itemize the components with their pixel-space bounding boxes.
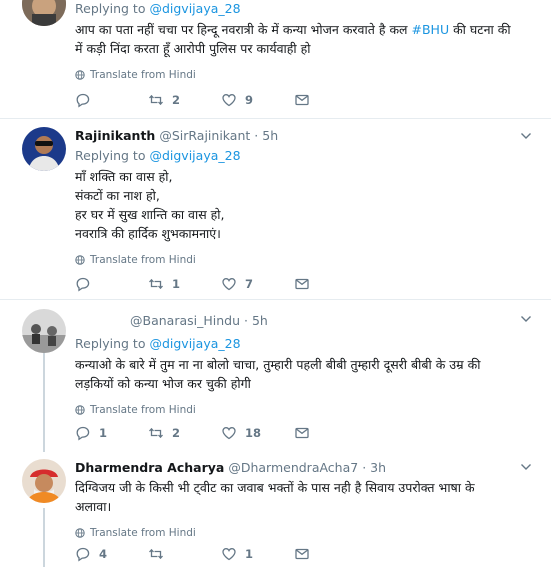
like-button[interactable]: 9 bbox=[221, 92, 294, 108]
retweet-count: 1 bbox=[172, 277, 181, 291]
reply-count: 1 bbox=[99, 426, 108, 440]
heart-icon bbox=[222, 94, 236, 107]
tweet-2[interactable]: @Banarasi_Hindu · 5h Replying to @digvij… bbox=[0, 300, 551, 450]
reply-button[interactable]: 4 bbox=[75, 546, 148, 562]
reply-icon bbox=[76, 93, 90, 108]
timestamp[interactable]: 3h bbox=[370, 460, 386, 475]
heart-icon bbox=[222, 427, 236, 440]
retweet-button[interactable]: 2 bbox=[148, 425, 221, 441]
like-count: 18 bbox=[245, 426, 262, 440]
tweet-text-line: नवरात्रि की हार्दिक शुभकामनाएं। bbox=[75, 226, 221, 241]
replying-to: Replying to @digvijaya_28 bbox=[75, 1, 241, 16]
retweet-button[interactable]: 1 bbox=[148, 276, 221, 292]
reply-button[interactable]: 1 bbox=[75, 425, 148, 441]
avatar[interactable] bbox=[22, 0, 66, 26]
reply-icon bbox=[76, 426, 90, 441]
globe-icon bbox=[75, 528, 85, 538]
translate-link[interactable]: Translate from Hindi bbox=[75, 403, 537, 417]
separator-dot: · bbox=[244, 313, 248, 328]
tweet-text-line: कन्याओ के बारे में तुम ना ना बोलो चाचा, … bbox=[75, 357, 481, 372]
separator-dot: · bbox=[254, 128, 259, 143]
like-count: 1 bbox=[245, 547, 254, 561]
like-count: 7 bbox=[245, 277, 254, 291]
globe-icon bbox=[75, 255, 85, 265]
replying-to: Replying to @digvijaya_28 bbox=[75, 336, 241, 351]
tweet-text: आप का पता नहीं चचा पर हिन्दू नवरात्री के… bbox=[75, 22, 511, 56]
reply-button[interactable] bbox=[75, 276, 148, 292]
like-count: 9 bbox=[245, 93, 254, 107]
tweet-text: माँ शक्ति का वास हो, संकटों का नाश हो, ह… bbox=[75, 167, 537, 243]
user-handle[interactable]: @Banarasi_Hindu bbox=[130, 313, 240, 328]
retweet-icon bbox=[149, 427, 163, 439]
display-name[interactable]: Dharmendra Acharya bbox=[75, 460, 224, 475]
replying-to: Replying to @digvijaya_28 bbox=[75, 148, 241, 163]
replying-to-mention[interactable]: @digvijaya_28 bbox=[149, 148, 240, 163]
separator-dot: · bbox=[362, 460, 367, 475]
reply-button[interactable] bbox=[75, 92, 148, 108]
tweet-0[interactable]: Replying to @digvijaya_28 आप का पता नहीं… bbox=[0, 0, 551, 118]
reply-icon bbox=[76, 277, 90, 292]
tweet-text-line: लड़कियों को कन्या भोज कर चुकी होगी bbox=[75, 376, 251, 391]
tweet-text-line: संकटों का नाश हो, bbox=[75, 188, 160, 203]
dm-button[interactable] bbox=[294, 276, 367, 292]
tweet-header: Rajinikanth @SirRajinikant · 5h bbox=[75, 127, 537, 144]
heart-icon bbox=[222, 278, 236, 291]
replying-to-mention[interactable]: @digvijaya_28 bbox=[149, 336, 240, 351]
tweet-text-line: दिग्विजय जी के किसी भी ट्वीट का जवाब भक्… bbox=[75, 480, 475, 495]
tweet-text-line: माँ शक्ति का वास हो, bbox=[75, 169, 173, 184]
envelope-icon bbox=[295, 427, 309, 439]
like-button[interactable]: 1 bbox=[221, 546, 294, 562]
thread-connector bbox=[43, 508, 45, 567]
avatar-photo bbox=[22, 127, 66, 171]
dm-button[interactable] bbox=[294, 546, 367, 562]
tweet-text: कन्याओ के बारे में तुम ना ना बोलो चाचा, … bbox=[75, 355, 537, 393]
translate-link[interactable]: Translate from Hindi bbox=[75, 68, 537, 82]
tweet-header: @Banarasi_Hindu · 5h bbox=[130, 312, 537, 329]
retweet-button[interactable] bbox=[148, 546, 221, 562]
chevron-down-icon[interactable] bbox=[519, 312, 533, 326]
replying-to-mention[interactable]: @digvijaya_28 bbox=[149, 1, 240, 16]
avatar-photo bbox=[22, 0, 66, 26]
retweet-count: 2 bbox=[172, 426, 181, 440]
display-name[interactable]: Rajinikanth bbox=[75, 128, 155, 143]
reply-icon bbox=[76, 547, 90, 562]
dm-button[interactable] bbox=[294, 425, 367, 441]
tweet-header: Dharmendra Acharya @DharmendraAcha7 · 3h bbox=[75, 459, 537, 476]
envelope-icon bbox=[295, 278, 309, 290]
retweet-icon bbox=[149, 278, 163, 290]
chevron-down-icon[interactable] bbox=[519, 460, 533, 474]
envelope-icon bbox=[295, 94, 309, 106]
retweet-icon bbox=[149, 94, 163, 106]
retweet-count: 2 bbox=[172, 93, 181, 107]
globe-icon bbox=[75, 405, 85, 415]
retweet-button[interactable]: 2 bbox=[148, 92, 221, 108]
avatar-photo bbox=[22, 309, 66, 353]
envelope-icon bbox=[295, 548, 309, 560]
timestamp[interactable]: 5h bbox=[252, 313, 268, 328]
like-button[interactable]: 7 bbox=[221, 276, 294, 292]
tweet-text: दिग्विजय जी के किसी भी ट्वीट का जवाब भक्… bbox=[75, 478, 537, 516]
avatar[interactable] bbox=[22, 309, 66, 353]
translate-link[interactable]: Translate from Hindi bbox=[75, 526, 537, 540]
tweet-1[interactable]: Rajinikanth @SirRajinikant · 5h Replying… bbox=[0, 119, 551, 298]
user-handle[interactable]: @DharmendraAcha7 bbox=[228, 460, 358, 475]
tweet-text-line: हर घर में सुख शान्ति का वास हो, bbox=[75, 207, 225, 222]
reply-count: 4 bbox=[99, 547, 108, 561]
avatar-photo bbox=[22, 459, 66, 503]
dm-button[interactable] bbox=[294, 92, 367, 108]
hashtag-link[interactable]: #BHU bbox=[412, 22, 450, 37]
chevron-down-icon[interactable] bbox=[519, 129, 533, 143]
timestamp[interactable]: 5h bbox=[262, 128, 278, 143]
retweet-icon bbox=[149, 548, 163, 560]
avatar[interactable] bbox=[22, 459, 66, 503]
tweet-3[interactable]: Dharmendra Acharya @DharmendraAcha7 · 3h… bbox=[0, 450, 551, 567]
translate-link[interactable]: Translate from Hindi bbox=[75, 253, 537, 267]
like-button[interactable]: 18 bbox=[221, 425, 294, 441]
heart-icon bbox=[222, 548, 236, 561]
globe-icon bbox=[75, 70, 85, 80]
tweet-text-line: अलावा। bbox=[75, 499, 112, 514]
user-handle[interactable]: @SirRajinikant bbox=[159, 128, 250, 143]
avatar[interactable] bbox=[22, 127, 66, 171]
